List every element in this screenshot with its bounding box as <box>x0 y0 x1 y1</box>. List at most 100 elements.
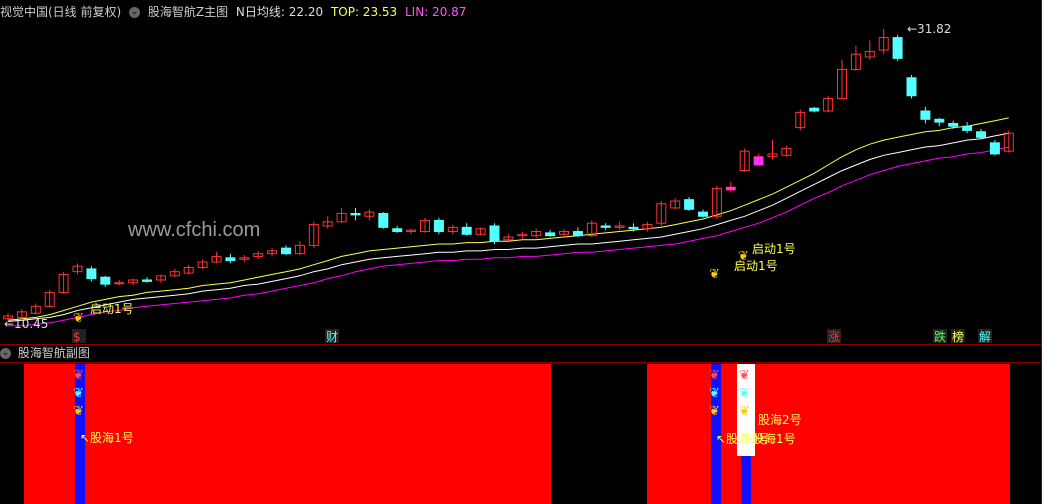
candle <box>684 196 695 211</box>
candle <box>823 95 834 113</box>
butterfly-icon: ❦ <box>709 386 720 401</box>
candle <box>489 223 500 244</box>
candle <box>795 109 806 131</box>
candle <box>559 228 569 238</box>
candle <box>837 59 847 100</box>
candle-body <box>86 268 97 280</box>
signal-label: 股海1号 <box>752 431 796 446</box>
candle <box>267 248 278 257</box>
candle <box>642 221 653 232</box>
butterfly-icon: ❦ <box>709 368 720 383</box>
chevron-down-icon[interactable]: ⌄ <box>0 348 11 359</box>
ma-line <box>7 117 1009 321</box>
candle <box>211 252 222 264</box>
candle <box>920 106 931 124</box>
event-marker: 榜 <box>952 329 964 344</box>
candle-body <box>684 199 695 210</box>
sub-chart-title[interactable]: 股海智航副图 <box>18 346 90 360</box>
candle <box>364 209 375 221</box>
candle <box>197 259 208 269</box>
candle <box>44 289 55 308</box>
launch-label: 启动1号 <box>90 302 134 316</box>
candle-body <box>892 37 903 59</box>
high-price-label: ←31.82 <box>907 22 951 36</box>
candle <box>322 216 333 229</box>
signal-label: 股海2号 <box>758 412 802 427</box>
candle <box>906 74 917 99</box>
candle <box>294 241 305 256</box>
candle <box>572 227 583 238</box>
candle <box>72 263 83 275</box>
butterfly-icon: ❦ <box>73 404 84 419</box>
butterfly-icon: ❦ <box>739 404 750 419</box>
candle-body <box>906 77 917 97</box>
candle <box>976 129 986 139</box>
candle <box>962 122 973 134</box>
candle <box>100 275 111 287</box>
event-marker: 解 <box>979 330 991 344</box>
candle-body <box>948 122 959 127</box>
candle-body <box>433 219 444 233</box>
candle <box>656 201 667 226</box>
candle <box>545 230 556 238</box>
butterfly-icon: ❦ <box>739 368 750 383</box>
candle <box>420 217 430 233</box>
candle <box>864 40 875 60</box>
candle <box>142 277 152 283</box>
candle-body <box>100 276 111 285</box>
candle-body <box>934 118 945 123</box>
candle-body <box>489 225 500 242</box>
candle <box>406 228 417 235</box>
butterfly-icon: ❦ <box>738 249 749 264</box>
launch-label: 启动1号 <box>752 242 796 256</box>
candle <box>600 223 611 231</box>
sub-chart: ❦❦❦❦❦❦❦❦❦↖股海1号股海2号↖股海0号股海1号 <box>24 364 1010 504</box>
event-marker: 跌 <box>934 329 946 344</box>
candle <box>378 212 389 229</box>
candle-body <box>225 257 236 262</box>
event-marker: $ <box>73 330 81 344</box>
candle <box>447 224 458 235</box>
candle <box>239 255 250 262</box>
candle-body <box>378 212 389 228</box>
candle <box>503 234 514 242</box>
butterfly-icon: ❦ <box>709 267 720 282</box>
candle <box>308 221 319 249</box>
candle-body <box>989 142 1000 155</box>
candle <box>878 29 889 55</box>
candle <box>809 106 820 113</box>
candle <box>281 245 291 256</box>
candle <box>183 264 194 275</box>
candle <box>739 148 750 172</box>
candle <box>670 198 681 210</box>
signal-candle <box>754 156 764 166</box>
candle <box>934 117 945 127</box>
candle <box>128 278 139 286</box>
candle <box>336 207 347 224</box>
candle-body <box>572 231 583 237</box>
butterfly-icon: ❦ <box>73 368 84 383</box>
candle <box>461 223 472 236</box>
candle <box>350 207 361 221</box>
butterfly-icon: ❦ <box>73 386 84 401</box>
butterfly-icon: ❦ <box>709 404 720 419</box>
candle <box>225 253 236 264</box>
candle <box>850 45 861 71</box>
signal-label: ↖股海1号 <box>80 430 134 445</box>
candle <box>892 34 903 62</box>
candle-body <box>350 212 361 216</box>
candle <box>781 145 792 157</box>
candle <box>30 303 41 315</box>
candle-body <box>281 247 291 255</box>
event-marker: 涨 <box>828 329 840 344</box>
butterfly-icon: ❦ <box>739 386 750 401</box>
candle <box>475 227 486 236</box>
candle <box>531 228 542 239</box>
candle <box>433 217 444 235</box>
candle-body <box>461 226 472 235</box>
price-chart[interactable]: ←10.45←31.82启动1号启动1号启动1号❦❦❦$ 财涨跌榜解 ❦❦❦❦❦❦… <box>0 0 1042 504</box>
candle <box>767 140 778 160</box>
candle-body <box>600 225 611 228</box>
candle-body <box>545 232 556 237</box>
candle <box>517 231 528 240</box>
